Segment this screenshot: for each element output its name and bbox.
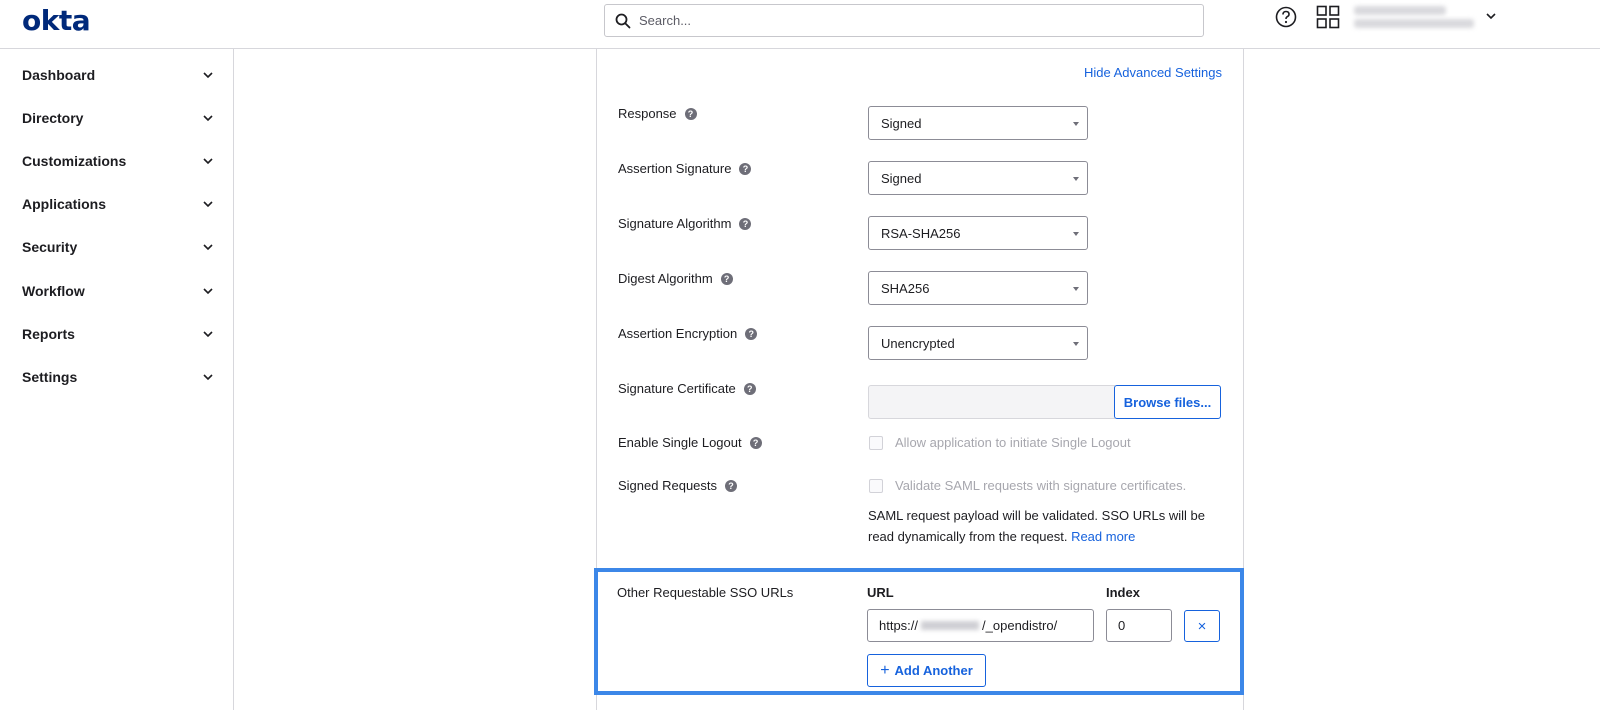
help-icon[interactable]: ?: [739, 162, 752, 175]
sidebar-item-label: Reports: [22, 326, 75, 342]
help-icon[interactable]: ?: [720, 272, 733, 285]
sidebar-item-reports[interactable]: Reports: [22, 322, 214, 346]
response-select[interactable]: Signed: [868, 106, 1088, 140]
assertion-signature-value: Signed: [881, 170, 922, 186]
grid-icon[interactable]: [1316, 5, 1340, 29]
sidebar-item-security[interactable]: Security: [22, 235, 214, 259]
search-icon: [615, 13, 631, 28]
caret-down-icon: [1073, 232, 1079, 236]
assertion-encryption-label: Assertion Encryption ?: [618, 326, 758, 341]
user-email-redacted: [1354, 6, 1446, 15]
sidebar-item-settings[interactable]: Settings: [22, 365, 214, 389]
okta-logo[interactable]: okta: [22, 4, 91, 37]
chevron-down-icon: [203, 288, 213, 295]
help-icon[interactable]: ?: [739, 217, 752, 230]
digest-algorithm-label-text: Digest Algorithm: [618, 271, 713, 286]
redacted-host: [921, 621, 980, 630]
sidebar-item-label: Workflow: [22, 283, 85, 299]
help-icon[interactable]: ?: [725, 479, 738, 492]
chevron-down-icon: [203, 72, 213, 79]
index-column-header: Index: [1106, 585, 1140, 600]
user-org-redacted: [1354, 19, 1474, 28]
assertion-encryption-value: Unencrypted: [881, 335, 955, 351]
sidebar-item-label: Dashboard: [22, 67, 96, 83]
help-icon[interactable]: ?: [749, 436, 762, 449]
sidebar-item-workflow[interactable]: Workflow: [22, 279, 214, 303]
chevron-down-icon: [203, 244, 213, 251]
user-account-menu[interactable]: [1354, 2, 1474, 28]
caret-down-icon: [1073, 122, 1079, 126]
plus-icon: +: [880, 661, 890, 679]
chevron-down-icon: [203, 374, 213, 381]
single-logout-checkbox-label: Allow application to initiate Single Log…: [895, 435, 1131, 450]
sidebar-item-label: Security: [22, 239, 78, 255]
sidebar-item-label: Settings: [22, 369, 78, 385]
signed-requests-checkbox-label: Validate SAML requests with signature ce…: [895, 478, 1187, 493]
sidebar-item-label: Applications: [22, 196, 107, 212]
sidebar-item-applications[interactable]: Applications: [22, 192, 214, 216]
question-circle-icon[interactable]: [1275, 6, 1297, 28]
assertion-encryption-select[interactable]: Unencrypted: [868, 326, 1088, 360]
search-input[interactable]: [637, 12, 1181, 29]
signature-algorithm-select[interactable]: RSA-SHA256: [868, 216, 1088, 250]
assertion-signature-label: Assertion Signature ?: [618, 161, 752, 176]
top-header: okta: [0, 0, 1600, 49]
help-icon[interactable]: ?: [743, 382, 756, 395]
search-box[interactable]: [604, 4, 1204, 37]
single-logout-checkbox[interactable]: [869, 435, 883, 450]
single-logout-option: Allow application to initiate Single Log…: [868, 435, 1131, 450]
hide-advanced-settings-link[interactable]: Hide Advanced Settings: [1084, 65, 1222, 80]
signature-algorithm-label-text: Signature Algorithm: [618, 216, 732, 231]
caret-down-icon: [1073, 287, 1079, 291]
certificate-file-field: [868, 385, 1115, 419]
help-icon[interactable]: ?: [745, 327, 758, 340]
signed-requests-label: Signed Requests ?: [618, 478, 738, 493]
remove-url-button[interactable]: ×: [1184, 610, 1220, 642]
sso-url-input[interactable]: https:// /_opendistro/: [867, 609, 1094, 642]
signed-requests-checkbox[interactable]: [869, 478, 883, 493]
signed-requests-help: SAML request payload will be validated. …: [868, 505, 1213, 547]
sidebar-item-dashboard[interactable]: Dashboard: [22, 63, 214, 87]
digest-algorithm-label: Digest Algorithm ?: [618, 271, 733, 286]
help-icon[interactable]: ?: [684, 107, 697, 120]
sidebar-item-customizations[interactable]: Customizations: [22, 149, 214, 173]
caret-down-icon: [1073, 177, 1079, 181]
add-another-label: Add Another: [894, 663, 973, 678]
sidebar-item-directory[interactable]: Directory: [22, 106, 214, 130]
signature-algorithm-value: RSA-SHA256: [881, 225, 961, 241]
signed-requests-label-text: Signed Requests: [618, 478, 718, 493]
signature-certificate-label: Signature Certificate ?: [618, 381, 756, 396]
url-suffix: /_opendistro/: [982, 618, 1058, 633]
assertion-signature-select[interactable]: Signed: [868, 161, 1088, 195]
chevron-down-icon: [203, 201, 213, 208]
other-sso-urls-label: Other Requestable SSO URLs: [617, 585, 794, 600]
signed-requests-help-text: SAML request payload will be validated. …: [868, 508, 1205, 544]
url-prefix: https://: [879, 618, 919, 633]
digest-algorithm-select[interactable]: SHA256: [868, 271, 1088, 305]
chevron-down-icon[interactable]: [1485, 10, 1497, 22]
response-value: Signed: [881, 115, 922, 131]
sidebar-nav: Dashboard Directory Customizations Appli…: [0, 49, 234, 710]
browse-files-button[interactable]: Browse files...: [1114, 385, 1221, 419]
read-more-link[interactable]: Read more: [1071, 529, 1135, 544]
chevron-down-icon: [203, 115, 213, 122]
single-logout-label-text: Enable Single Logout: [618, 435, 742, 450]
response-label: Response ?: [618, 106, 697, 121]
assertion-encryption-label-text: Assertion Encryption: [618, 326, 738, 341]
chevron-down-icon: [203, 158, 213, 165]
signature-certificate-label-text: Signature Certificate: [618, 381, 736, 396]
chevron-down-icon: [203, 331, 213, 338]
add-another-button[interactable]: + Add Another: [867, 654, 986, 687]
sso-index-input[interactable]: [1106, 609, 1172, 642]
sidebar-item-label: Customizations: [22, 153, 127, 169]
sidebar-item-label: Directory: [22, 110, 84, 126]
single-logout-label: Enable Single Logout ?: [618, 435, 762, 450]
digest-algorithm-value: SHA256: [881, 280, 930, 296]
caret-down-icon: [1073, 342, 1079, 346]
response-label-text: Response: [618, 106, 677, 121]
url-column-header: URL: [867, 585, 894, 600]
assertion-signature-label-text: Assertion Signature: [618, 161, 732, 176]
signed-requests-option: Validate SAML requests with signature ce…: [868, 478, 1186, 493]
signature-algorithm-label: Signature Algorithm ?: [618, 216, 752, 231]
